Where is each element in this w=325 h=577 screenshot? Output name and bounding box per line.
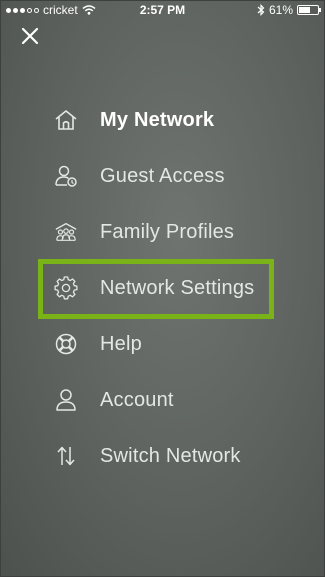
battery-percent: 61% [268,3,293,17]
menu-item-family-profiles[interactable]: Family Profiles [0,204,325,260]
menu-item-label: Help [100,332,142,355]
menu-item-label: My Network [100,108,215,131]
gear-icon [54,276,78,300]
menu-item-label: Guest Access [100,164,225,187]
battery-icon [297,5,321,15]
family-icon [54,220,78,244]
lifebuoy-icon [54,332,78,356]
menu-item-my-network[interactable]: My Network [0,92,325,148]
menu-item-label: Switch Network [100,444,241,467]
menu-item-account[interactable]: Account [0,372,325,428]
menu-item-label: Network Settings [100,276,255,299]
bluetooth-icon [257,4,265,16]
menu-item-guest-access[interactable]: Guest Access [0,148,325,204]
menu-item-help[interactable]: Help [0,316,325,372]
status-right: 61% [257,3,321,17]
switch-arrows-icon [54,444,78,468]
menu-item-label: Account [100,388,174,411]
status-bar: cricket 2:57 PM 61% [0,0,325,20]
guest-user-icon [54,164,78,188]
menu-item-switch-network[interactable]: Switch Network [0,428,325,484]
home-icon [54,108,78,132]
close-button[interactable] [18,24,42,48]
user-icon [54,388,78,412]
menu-item-network-settings[interactable]: Network Settings [0,260,325,316]
battery-fill [299,7,310,13]
close-icon [21,27,39,45]
menu-item-label: Family Profiles [100,220,235,243]
